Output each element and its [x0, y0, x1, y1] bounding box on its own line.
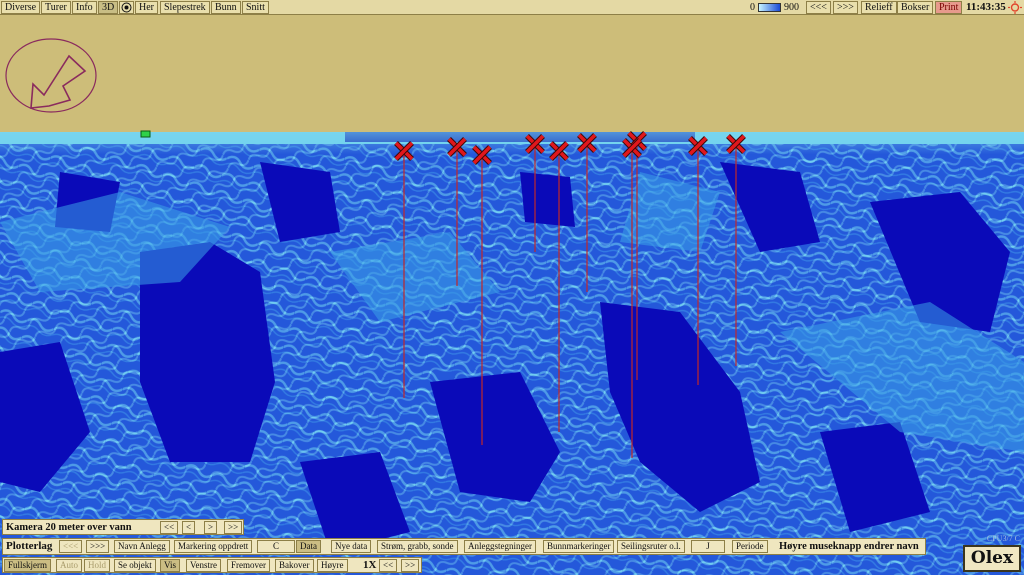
- marker-x-icon[interactable]: [394, 141, 414, 398]
- camera-panel: Kamera 20 meter over vann << < > >>: [2, 519, 244, 535]
- left-button[interactable]: Venstre: [186, 559, 221, 572]
- layer-strom[interactable]: Strøm, grabb, sonde: [377, 540, 458, 553]
- camera-label: Kamera 20 meter over vann: [6, 522, 132, 533]
- marker-x-icon[interactable]: [525, 134, 545, 252]
- rename-hint: Høyre museknapp endrer navn: [779, 541, 919, 552]
- camera-fast-forward-button[interactable]: >>: [224, 521, 243, 534]
- backward-button[interactable]: Bakover: [275, 559, 314, 572]
- layer-seilingsruter[interactable]: Seilingsruter o.l.: [617, 540, 685, 553]
- camera-forward-button[interactable]: >: [204, 521, 218, 534]
- plotterlag-prev-button[interactable]: <<<: [59, 540, 83, 553]
- bottom-bar: Fullskjerm Auto Hold Se objekt Vis Venst…: [2, 557, 422, 573]
- plotterlag-next-button[interactable]: >>>: [86, 540, 110, 553]
- layer-c[interactable]: C: [257, 540, 295, 553]
- layer-j[interactable]: J: [691, 540, 725, 553]
- layer-data[interactable]: Data: [296, 540, 321, 553]
- vis-button[interactable]: Vis: [160, 559, 180, 572]
- green-marker-icon[interactable]: [140, 130, 151, 138]
- hold-button[interactable]: Hold: [84, 559, 110, 572]
- zoom-out-button[interactable]: <<: [379, 559, 398, 572]
- layer-nye-data[interactable]: Nye data: [331, 540, 372, 553]
- olex-logo: Olex: [963, 545, 1021, 572]
- markers-layer: [140, 130, 746, 458]
- zoom-in-button[interactable]: >>: [401, 559, 420, 572]
- fullscreen-button[interactable]: Fullskjerm: [4, 559, 52, 572]
- marker-x-icon[interactable]: [549, 141, 569, 432]
- plotterlag-panel: Plotterlag <<< >>> Navn Anlegg Markering…: [2, 538, 926, 555]
- layer-bunnmarkeringer[interactable]: Bunnmarkeringer: [543, 540, 615, 553]
- layer-periode[interactable]: Periode: [732, 540, 768, 553]
- marker-x-icon[interactable]: [726, 134, 746, 366]
- auto-button[interactable]: Auto: [56, 559, 82, 572]
- marker-x-icon[interactable]: [688, 136, 708, 385]
- marker-x-icon[interactable]: [447, 137, 467, 286]
- se-objekt-button[interactable]: Se objekt: [114, 559, 156, 572]
- forward-button[interactable]: Fremover: [227, 559, 270, 572]
- camera-back-button[interactable]: <: [182, 521, 196, 534]
- plotterlag-title: Plotterlag: [6, 540, 53, 552]
- layer-anleggstegninger[interactable]: Anleggstegninger: [464, 540, 536, 553]
- camera-fast-back-button[interactable]: <<: [160, 521, 179, 534]
- layer-navn-anlegg[interactable]: Navn Anlegg: [114, 540, 170, 553]
- zoom-level: 1X: [363, 559, 377, 571]
- marker-x-icon[interactable]: [472, 145, 492, 445]
- layer-markering-oppdrett[interactable]: Markering oppdrett: [174, 540, 253, 553]
- marker-x-icon[interactable]: [577, 133, 597, 292]
- cpu-watermark: CPU3/7 C: [986, 534, 1020, 543]
- right-button[interactable]: Høyre: [317, 559, 348, 572]
